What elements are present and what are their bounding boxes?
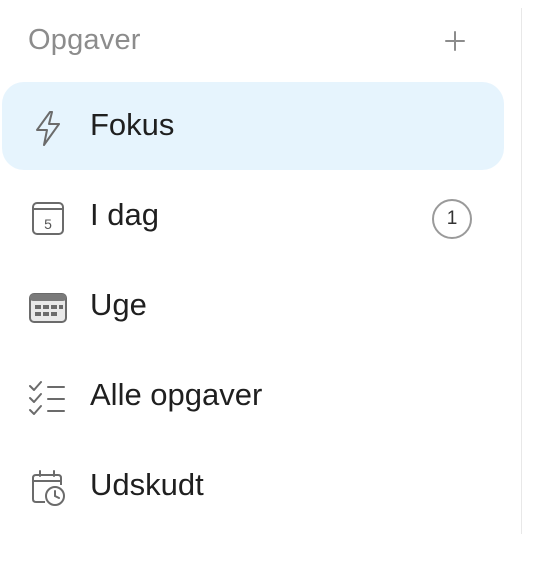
sidebar-item-i-dag[interactable]: 5 I dag 1 [2, 172, 504, 260]
sidebar-item-fokus[interactable]: Fokus [2, 82, 504, 170]
sidebar: Opgaver Fokus 5 I dag 1 Uge Alle opgaver… [0, 0, 522, 578]
count-badge: 1 [432, 199, 472, 239]
sidebar-divider [521, 8, 522, 534]
calendar-week-icon [26, 286, 70, 330]
add-task-button[interactable] [436, 22, 474, 60]
sidebar-item-uge[interactable]: Uge [2, 262, 504, 350]
section-title: Opgaver [28, 24, 141, 56]
checklist-icon [26, 376, 70, 420]
sidebar-item-label: Udskudt [90, 467, 204, 502]
sidebar-item-alle-opgaver[interactable]: Alle opgaver [2, 352, 504, 440]
lightning-icon [26, 106, 70, 150]
plus-icon [445, 31, 465, 51]
section-header: Opgaver [0, 18, 500, 66]
sidebar-item-label: Alle opgaver [90, 377, 263, 412]
sidebar-item-label: Uge [90, 287, 147, 322]
sidebar-item-label: Fokus [90, 107, 175, 142]
calendar-day-number: 5 [44, 216, 52, 232]
sidebar-item-label: I dag [90, 197, 159, 232]
calendar-day-icon: 5 [26, 196, 70, 240]
sidebar-item-udskudt[interactable]: Udskudt [2, 442, 504, 530]
calendar-clock-icon [26, 466, 70, 510]
